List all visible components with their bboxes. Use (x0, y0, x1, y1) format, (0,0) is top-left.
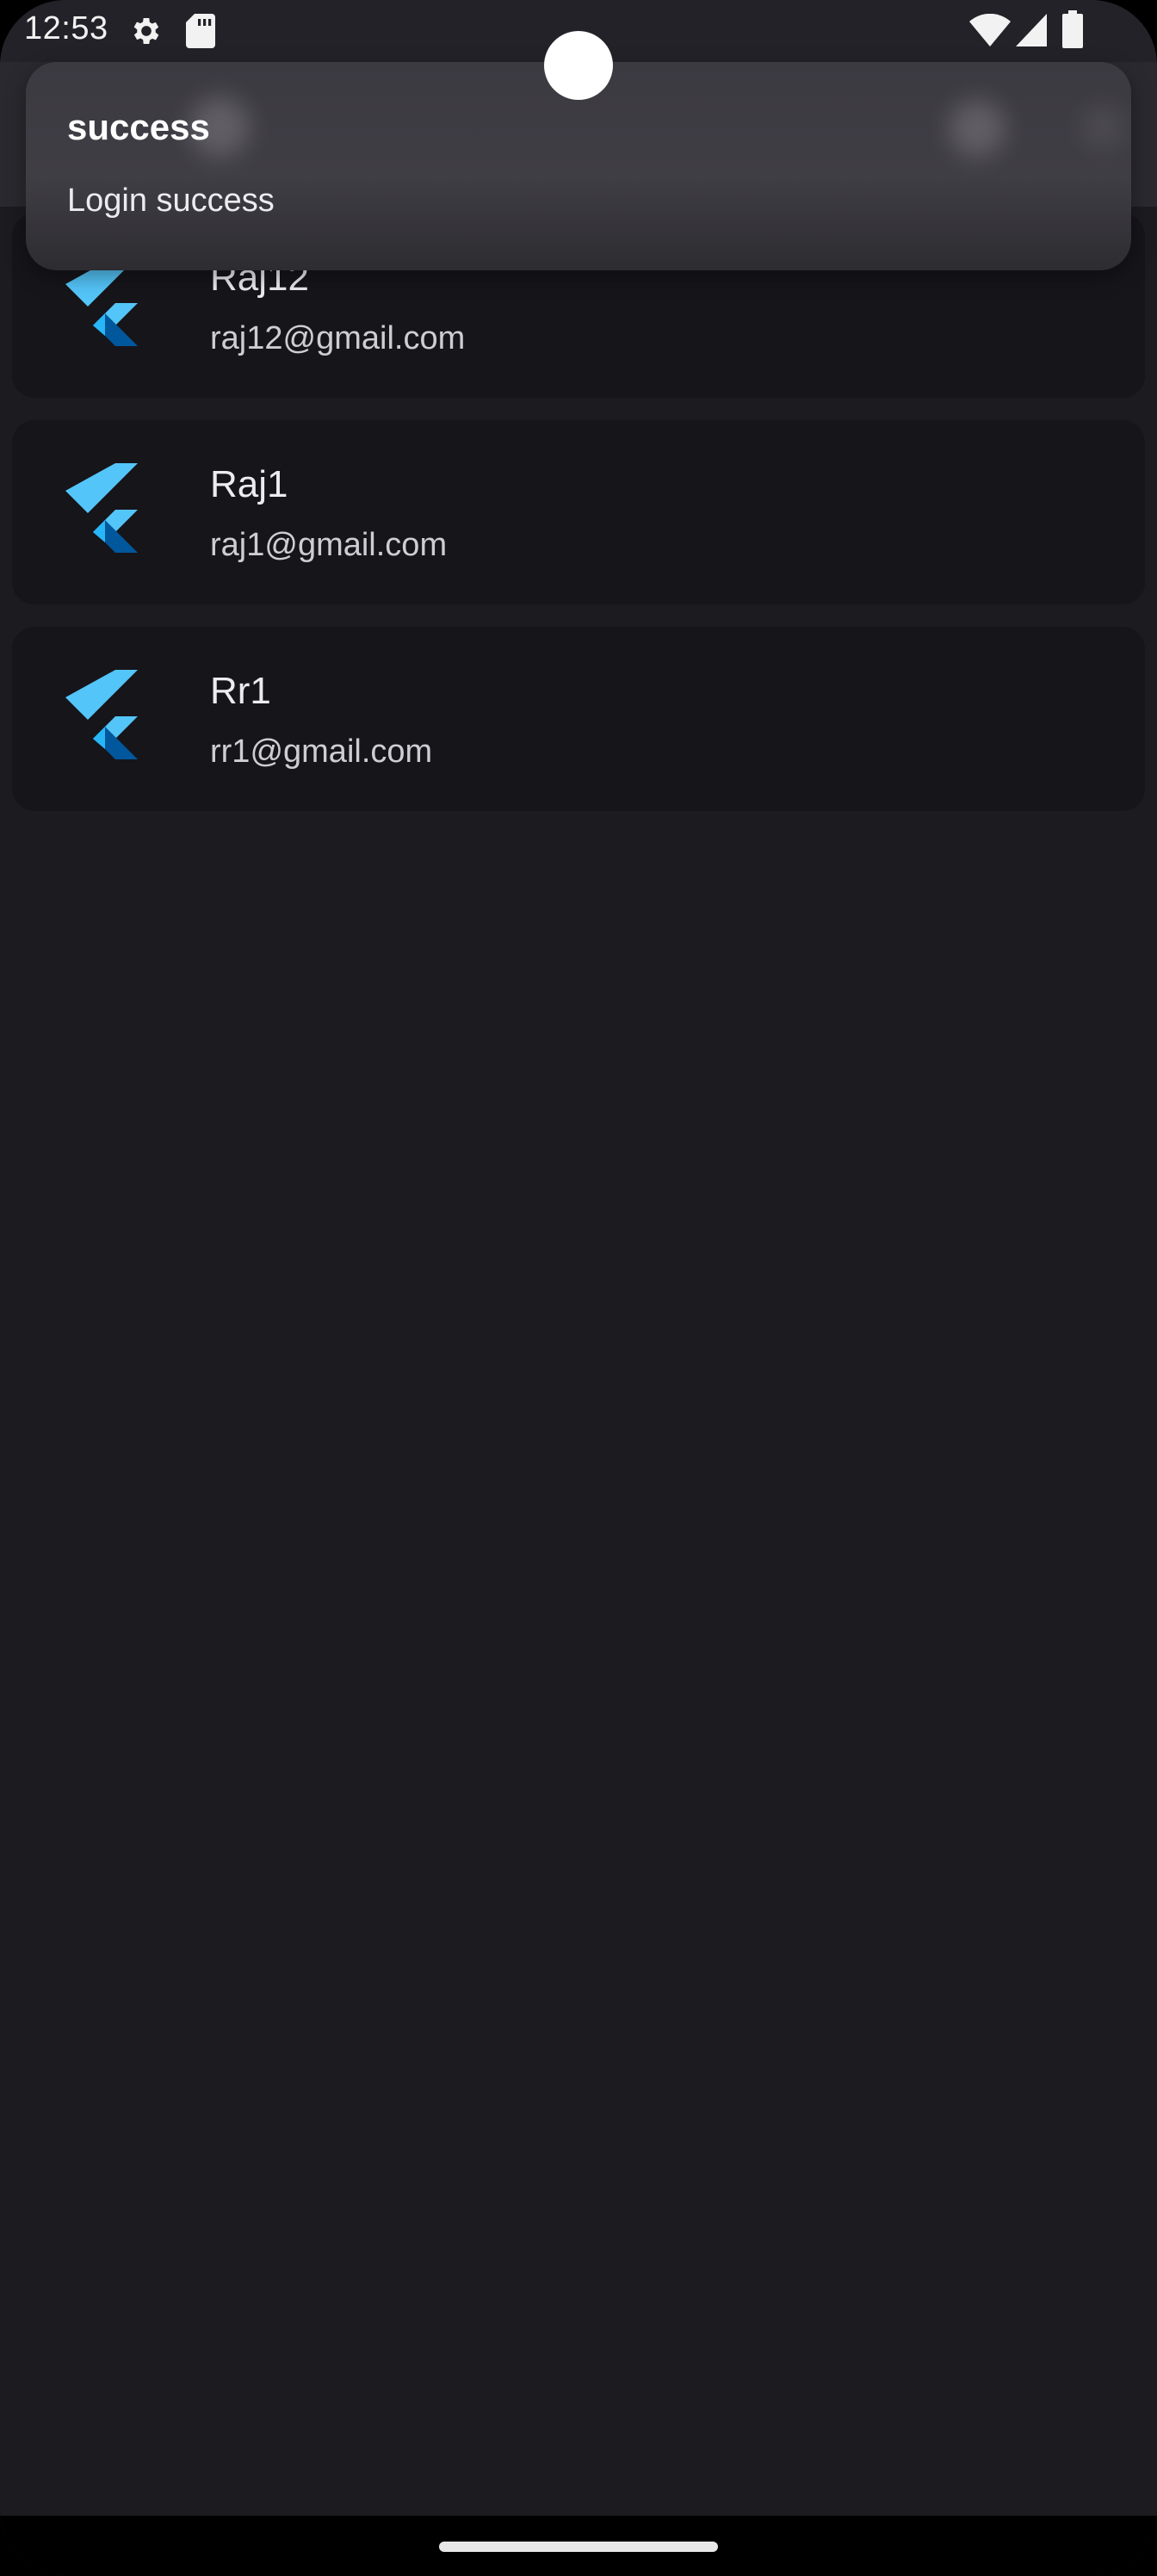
sd-card-icon (186, 14, 215, 48)
user-list: Raj12 raj12@gmail.com Raj1 raj1@gmail.co… (12, 214, 1145, 833)
toast-message: Login success (67, 183, 275, 219)
user-name: Rr1 (210, 670, 271, 712)
cellular-icon (1016, 14, 1047, 46)
flutter-logo-icon (65, 463, 138, 553)
flutter-logo-icon (65, 257, 138, 346)
wifi-icon (969, 14, 1011, 46)
list-item[interactable]: Raj1 raj1@gmail.com (12, 420, 1145, 604)
navigation-bar (0, 2516, 1157, 2576)
front-camera (544, 31, 613, 100)
toast-blur-highlight (1081, 105, 1124, 148)
status-time: 12:53 (24, 10, 108, 46)
toast-blur-highlight (949, 100, 1005, 157)
battery-icon (1062, 10, 1083, 48)
home-gesture-handle[interactable] (439, 2542, 718, 2552)
phone-screen: 12:53 success Login success Raj12 raj12@… (0, 0, 1157, 2576)
flutter-logo-icon (65, 670, 138, 759)
user-email: raj1@gmail.com (210, 527, 448, 563)
user-email: raj12@gmail.com (210, 320, 466, 356)
user-email: rr1@gmail.com (210, 734, 433, 770)
toast-title: success (67, 107, 210, 147)
settings-icon (133, 18, 159, 44)
user-name: Raj1 (210, 463, 288, 505)
list-item[interactable]: Rr1 rr1@gmail.com (12, 627, 1145, 811)
